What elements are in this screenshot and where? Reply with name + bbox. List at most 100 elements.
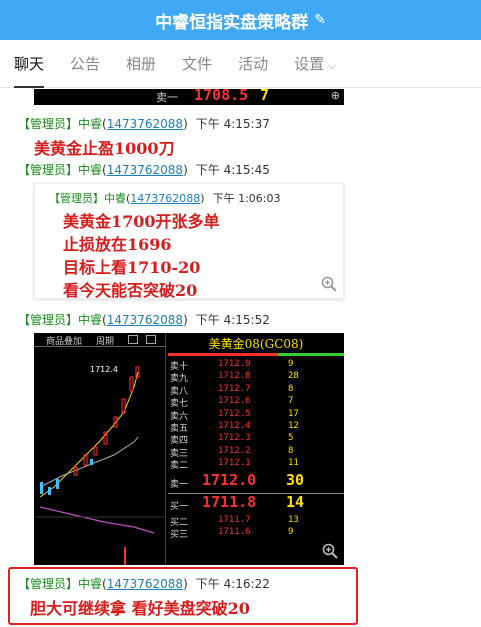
order-row-label: 买三 [170,530,189,540]
sender-role: 【管理员】 [18,313,79,327]
order-row-label: 卖八 [170,386,189,397]
order-volume: 7 [288,396,294,407]
order-price: 1712.9 [218,359,251,369]
message-time: 下午 1:06:03 [212,192,281,205]
tab-label: 公告 [70,54,101,73]
sender-qq-link[interactable]: 1473762088 [130,192,200,205]
order-price: 1711.8 [202,492,257,511]
order-row-label: 卖一 [170,479,189,490]
order-row: 卖四 1712.3 5 [168,433,344,447]
ask-ratio-bar [278,353,344,356]
quoted-meta: 【管理员】中睿(1473762088) 下午 1:06:03 [49,192,281,205]
message-time: 下午 4:15:45 [195,163,270,177]
candlestick-graph [34,366,166,565]
order-row-label: 买二 [170,517,189,528]
order-row: 买三 1711.6 9 [168,527,344,540]
zoom-icon[interactable] [321,276,337,292]
tab-label: 设置 [294,54,325,73]
tab-label: 活动 [238,54,269,73]
order-row: 买二 1711.7 13 [168,514,344,528]
instrument-title: 美黄金08(GC08) [208,337,304,351]
order-price: 1711.7 [218,514,251,525]
message-time: 下午 4:15:52 [195,313,270,327]
order-row-label: 卖四 [170,436,189,447]
message-meta: 【管理员】中睿(1473762088) 下午 4:15:52 [18,313,270,327]
order-row-label: 卖二 [170,461,189,472]
sender-role: 【管理员】 [18,117,79,131]
order-row: 卖一 1712.0 30 [168,471,344,493]
tab-chat[interactable]: 聊天 [14,40,45,88]
order-price: 1712.3 [218,433,251,444]
order-price: 1708.5 [194,89,249,104]
order-volume: 9 [288,527,294,537]
quoted-line: 美黄金1700开张多单 [63,212,220,231]
quoted-message-card[interactable]: 【管理员】中睿(1473762088) 下午 1:06:03 美黄金1700开张多… [34,183,344,300]
order-price: 1712.2 [218,445,251,456]
order-price: 1712.8 [218,371,251,382]
order-volume: 28 [288,371,299,382]
chat-image-quote-panel[interactable]: 商品叠加 周期 1712.4 美黄金08(GC08) 卖十 1712.9 9 卖… [34,333,344,565]
sender-qq-link[interactable]: 1473762088 [107,577,183,591]
order-row: 卖十 1712.9 9 [168,359,344,372]
sender-qq-link[interactable]: 1473762088 [107,163,183,177]
order-volume: 9 [288,359,294,369]
kline-chart: 商品叠加 周期 1712.4 [34,333,166,565]
toolbar-box-icon[interactable] [128,335,138,344]
tab-label: 相册 [126,54,157,73]
order-volume: 8 [288,383,294,394]
order-price: 1712.5 [218,408,251,419]
tab-bar: 聊天 公告 相册 文件 活动 设置 ⌵ [0,40,481,88]
tab-announcement[interactable]: 公告 [70,40,100,88]
toolbar-box-icon[interactable] [146,335,156,344]
order-row: 卖九 1712.8 28 [168,371,344,384]
order-row: 卖七 1712.6 7 [168,396,344,409]
zoom-icon[interactable] [322,543,338,559]
order-row: 买一 1711.8 14 [168,493,344,515]
period-button[interactable]: 周期 [96,334,114,347]
order-row-label: 买一 [170,501,189,512]
sender-name[interactable]: 中睿 [78,577,102,591]
quoted-line: 看今天能否突破20 [63,281,198,300]
tab-settings[interactable]: 设置 ⌵ [294,40,336,88]
sender-name[interactable]: 中睿 [78,313,102,327]
order-price: 1712.1 [218,458,251,469]
tab-album[interactable]: 相册 [126,40,156,88]
order-price: 1712.6 [218,396,251,407]
order-volume: 11 [288,458,299,469]
overlay-button[interactable]: 商品叠加 [46,334,82,347]
chat-image-partial[interactable]: 卖一 1708.5 7 ⊕ [34,89,344,105]
tab-files[interactable]: 文件 [182,40,212,88]
quoted-line: 止损放在1696 [63,235,172,254]
message-meta: 【管理员】中睿(1473762088) 下午 4:15:37 [18,117,270,131]
order-row-label: 卖六 [170,411,189,422]
message-meta: 【管理员】中睿(1473762088) 下午 4:16:22 [18,577,270,591]
sender-qq-link[interactable]: 1473762088 [107,313,183,327]
message-text: 胆大可继续拿 看好美盘突破20 [30,599,250,618]
sender-name: 中睿 [104,192,126,205]
order-price: 1712.0 [202,470,257,489]
order-row: 卖二 1712.1 11 [168,458,344,472]
tab-label: 文件 [182,54,213,73]
sender-qq-link[interactable]: 1473762088 [107,117,183,131]
edit-icon[interactable]: ✎ [314,12,326,28]
order-row-label: 卖一 [156,91,178,104]
order-row: 卖六 1712.5 17 [168,408,344,422]
sender-name[interactable]: 中睿 [78,117,102,131]
sender-role: 【管理员】 [18,577,79,591]
quoted-line: 目标上看1710-20 [63,258,201,277]
order-volume: 14 [286,492,305,511]
sender-name[interactable]: 中睿 [78,163,102,177]
zoom-icon[interactable]: ⊕ [331,89,340,102]
message-meta: 【管理员】中睿(1473762088) 下午 4:15:45 [18,163,270,177]
order-row: 卖五 1712.4 12 [168,421,344,434]
order-row-label: 卖十 [170,362,189,372]
sender-role: 【管理员】 [18,163,79,177]
order-volume: 12 [288,421,299,431]
chat-area[interactable]: 卖一 1708.5 7 ⊕ 【管理员】中睿(1473762088) 下午 4:15… [0,89,481,627]
order-volume: 8 [288,445,294,456]
order-volume: 5 [288,433,294,444]
tab-activity[interactable]: 活动 [238,40,268,88]
group-title: 中睿恒指实盘策略群 [155,12,309,33]
order-price: 1712.4 [218,421,251,431]
order-price: 1712.7 [218,383,251,394]
